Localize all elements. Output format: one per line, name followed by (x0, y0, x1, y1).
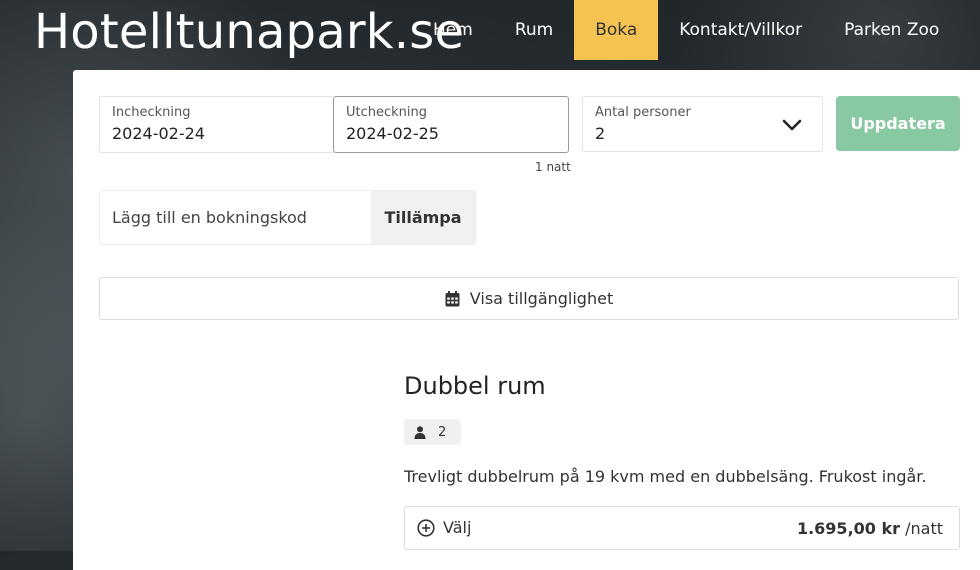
site-title[interactable]: Hotelltunapark.se (34, 2, 464, 62)
plus-circle-icon (417, 518, 435, 537)
checkin-label: Incheckning (112, 105, 191, 120)
nav-item-parken-zoo[interactable]: Parken Zoo (823, 0, 960, 60)
capacity-value: 2 (438, 424, 447, 440)
select-room-button[interactable]: Välj (417, 518, 471, 537)
guests-select[interactable]: Antal personer 2 (582, 96, 823, 152)
checkin-value: 2024-02-24 (112, 124, 205, 143)
checkout-field[interactable]: Utcheckning 2024-02-25 (333, 96, 569, 153)
price-amount: 1.695,00 kr (796, 519, 901, 538)
booking-card: Incheckning 2024-02-24 Utcheckning 2024-… (73, 70, 980, 570)
nav-item-kontakt[interactable]: Kontakt/Villkor (658, 0, 823, 60)
nav-item-hem[interactable]: Hem (412, 0, 494, 60)
nav-item-rum[interactable]: Rum (494, 0, 574, 60)
promo-code-input[interactable]: Lägg till en bokningskod (112, 191, 307, 244)
checkout-label: Utcheckning (346, 105, 428, 120)
show-availability-button[interactable]: Visa tillgänglighet (99, 277, 959, 320)
promo-code-group: Lägg till en bokningskod Tillämpa (99, 190, 476, 245)
guests-value: 2 (595, 124, 606, 143)
main-nav: Hem Rum Boka Kontakt/Villkor Parken Zoo … (412, 0, 980, 60)
room-description: Trevligt dubbelrum på 19 kvm med en dubb… (404, 467, 927, 486)
show-availability-label: Visa tillgänglighet (469, 289, 614, 308)
calendar-icon (445, 290, 460, 306)
select-room-label: Välj (443, 518, 472, 537)
checkout-value: 2024-02-25 (346, 124, 439, 143)
update-button[interactable]: Uppdatera (836, 96, 960, 151)
person-icon (414, 425, 426, 439)
apply-code-button[interactable]: Tillämpa (371, 191, 475, 244)
price-unit: /natt (905, 519, 943, 538)
checkin-field[interactable]: Incheckning 2024-02-24 (99, 96, 335, 153)
capacity-badge: 2 (404, 419, 461, 445)
nights-count: 1 natt (535, 160, 571, 174)
nav-item-more[interactable]: F (960, 0, 980, 60)
room-price: 1.695,00 kr /natt (797, 519, 943, 538)
select-room-row[interactable]: Välj 1.695,00 kr /natt (404, 506, 960, 550)
chevron-down-icon (782, 117, 802, 136)
nav-item-boka[interactable]: Boka (574, 0, 659, 60)
guests-label: Antal personer (595, 105, 691, 120)
room-title: Dubbel rum (404, 372, 546, 400)
